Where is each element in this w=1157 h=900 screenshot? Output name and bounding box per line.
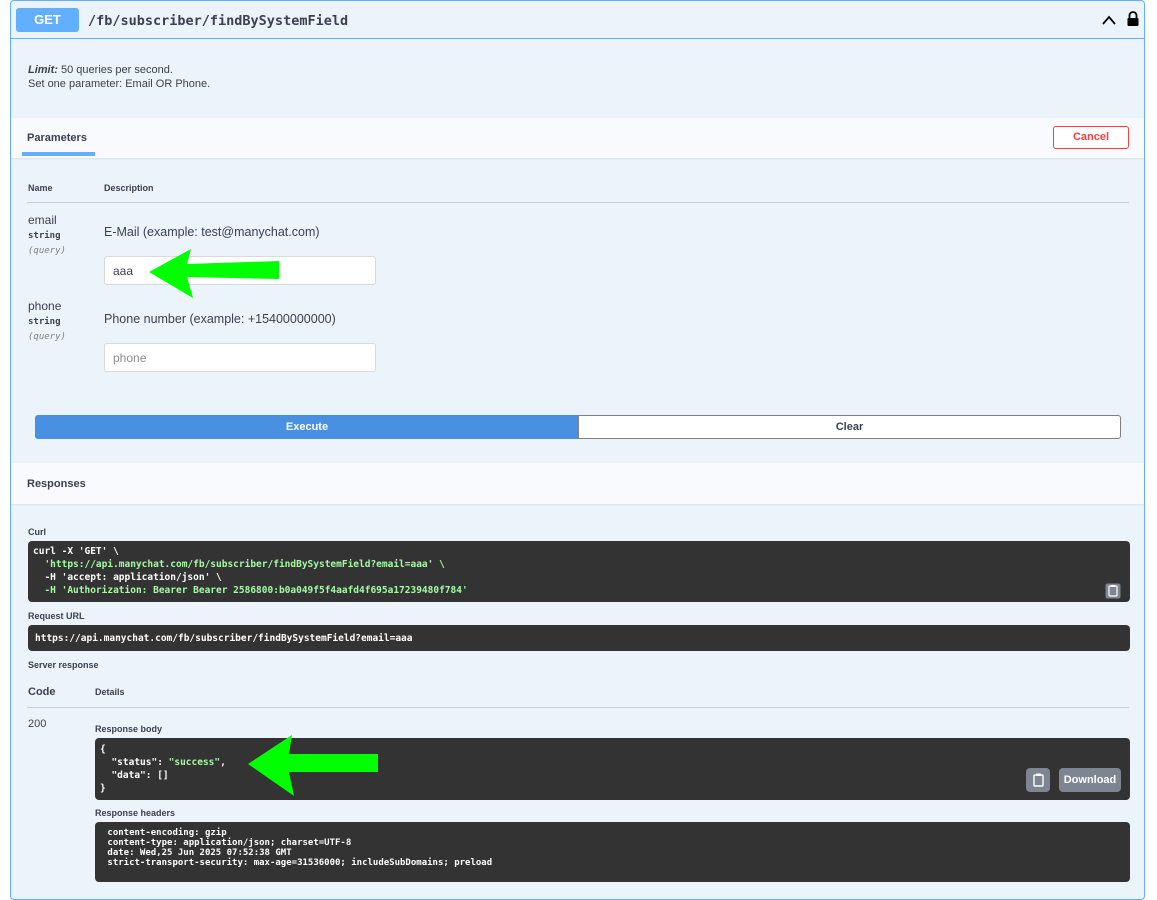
request-url: https://api.manychat.com/fb/subscriber/f… [35,633,413,644]
curl-line-1: 'https://api.manychat.com/fb/subscriber/… [33,559,445,570]
responses-header: Responses [11,463,1144,504]
parameters-header: Parameters Cancel [11,118,1144,158]
method-badge: GET [16,8,79,32]
param-in-phone: (query) [28,332,66,342]
tab-underline [22,152,95,156]
cancel-button[interactable]: Cancel [1053,126,1129,149]
curl-line: -H 'Authorization: Bearer Bearer 2586800… [33,584,1125,597]
curl-line-0: curl -X 'GET' \ [33,546,119,557]
details-column-header: Details [95,687,125,697]
operation-description: Limit: 50 queries per second. Set one pa… [28,63,210,91]
header-line-2: date: Wed,25 Jun 2025 07:52:38 GMT [102,848,292,858]
header-line-1: content-type: application/json; charset=… [102,838,352,848]
param-in-email: (query) [28,246,66,256]
param-name-email: email [28,213,57,227]
param-description-phone: Phone number (example: +15400000000) [104,312,336,326]
status-code: 200 [28,718,47,730]
download-button[interactable]: Download [1059,768,1121,792]
copy-icon [1033,773,1044,787]
header-line-0: content-encoding: gzip [102,828,227,838]
column-header-name: Name [28,183,53,193]
operation-summary[interactable]: GET /fb/subscriber/findBySystemField [11,1,1144,39]
param-description-email: E-Mail (example: test@manychat.com) [104,225,320,239]
response-body-label: Response body [95,724,163,734]
curl-line: -H 'accept: application/json' \ [33,571,1125,584]
response-headers-block[interactable]: content-encoding: gzip content-type: app… [95,822,1130,882]
curl-line-3: -H 'Authorization: Bearer Bearer 2586800… [33,585,468,596]
column-header-description: Description [104,183,154,193]
body-line-3: } [100,783,106,794]
annotation-arrow-icon [149,249,279,298]
header-line: strict-transport-security: max-age=31536… [102,858,1123,868]
code-column-header: Code [28,686,56,698]
response-headers-label: Response headers [95,808,176,818]
curl-line: curl -X 'GET' \ [33,545,1125,558]
server-response-label: Server response [28,660,99,670]
annotation-arrow-icon [248,735,378,796]
execute-button[interactable]: Execute [35,415,579,439]
body-line-0: { [100,744,106,755]
curl-line: 'https://api.manychat.com/fb/subscriber/… [33,558,1125,571]
param-name-phone: phone [28,299,62,313]
body-string-value: "success" [168,757,221,768]
header-line-3: strict-transport-security: max-age=31536… [102,858,493,868]
tab-parameters[interactable]: Parameters [27,132,87,144]
responses-title: Responses [27,478,86,490]
clear-button[interactable]: Clear [578,415,1121,439]
request-url-label: Request URL [28,611,85,621]
lock-icon[interactable] [1126,11,1140,27]
operation-path: /fb/subscriber/findBySystemField [88,13,349,29]
copy-response-button[interactable] [1026,768,1050,792]
curl-label: Curl [28,527,46,537]
limit-label: Limit: [28,64,58,76]
limit-text: 50 queries per second. [57,64,173,76]
curl-line-2: -H 'accept: application/json' \ [33,572,222,583]
description-note: Set one parameter: Email OR Phone. [28,78,211,90]
param-type-email: string [28,231,61,241]
copy-icon[interactable] [1105,583,1121,599]
body-line-1: "status": "success", [100,757,226,768]
response-divider [27,707,1129,708]
phone-field[interactable] [104,343,376,372]
request-url-block[interactable]: https://api.manychat.com/fb/subscriber/f… [28,625,1130,651]
operation-block: GET /fb/subscriber/findBySystemField Lim… [10,0,1145,900]
param-type-phone: string [28,317,61,327]
execute-wrapper: Execute Clear [35,415,1122,439]
header-line: content-type: application/json; charset=… [102,838,1123,848]
chevron-up-icon[interactable] [1101,14,1117,26]
table-divider [27,202,1129,203]
body-line-2: "data": [] [100,770,169,781]
curl-block[interactable]: curl -X 'GET' \ 'https://api.manychat.co… [28,541,1130,602]
header-line: date: Wed,25 Jun 2025 07:52:38 GMT [102,848,1123,858]
header-line: content-encoding: gzip [102,828,1123,838]
